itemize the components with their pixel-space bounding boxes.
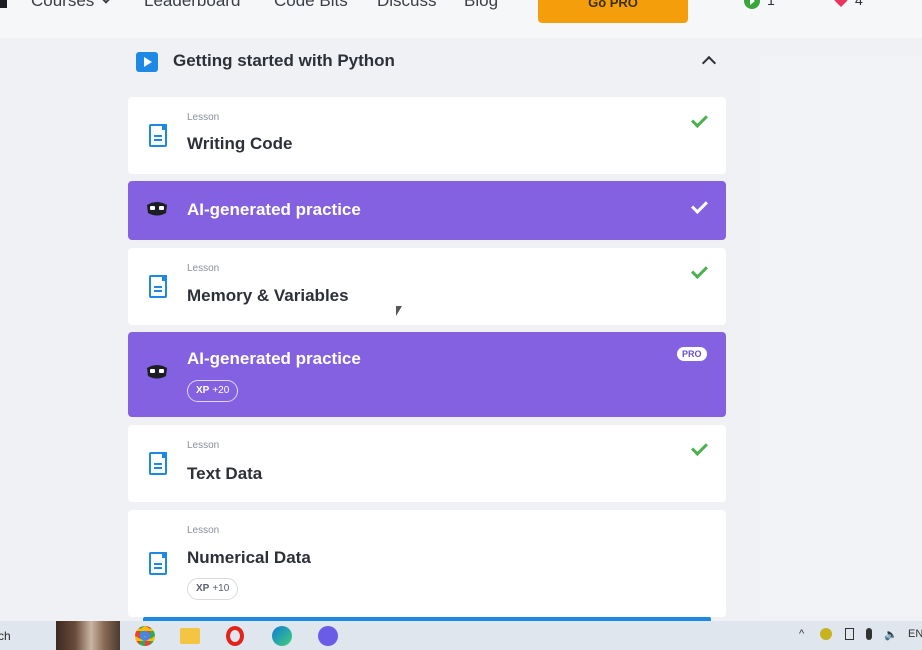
completed-check-icon <box>691 262 708 279</box>
app-icon[interactable] <box>318 626 338 646</box>
lesson-kicker: Lesson <box>187 263 220 274</box>
lesson-card-numerical-data[interactable]: Lesson Numerical Data XP +10 <box>128 510 726 617</box>
lesson-title: Text Data <box>187 464 263 483</box>
xp-value: +10 <box>212 583 230 594</box>
lesson-kicker: Lesson <box>187 112 220 123</box>
streak-count: 1 <box>767 0 775 8</box>
nav-code-bits[interactable]: Code Bits <box>274 0 348 11</box>
xp-value: +20 <box>212 385 230 396</box>
streak-icon <box>744 0 760 10</box>
streak-counter[interactable]: 1 <box>743 0 775 10</box>
ai-practice-title: AI-generated practice <box>187 349 361 368</box>
logo[interactable] <box>0 0 7 8</box>
xp-label: XP <box>196 583 210 594</box>
ai-bot-icon <box>147 365 167 379</box>
top-navigation: Courses Leaderboard Code Bits Discuss Bl… <box>0 0 922 38</box>
tray-app-icon[interactable] <box>820 628 832 640</box>
lesson-card-writing-code[interactable]: Lesson Writing Code <box>128 97 726 174</box>
play-icon <box>136 52 158 72</box>
chevron-down-icon <box>100 0 112 4</box>
microphone-icon[interactable] <box>866 628 872 640</box>
lesson-card-text-data[interactable]: Lesson Text Data <box>128 425 726 502</box>
lesson-document-icon <box>149 124 167 147</box>
nav-blog[interactable]: Blog <box>464 0 498 11</box>
hearts-count: 4 <box>855 0 863 8</box>
mouse-cursor <box>396 306 402 316</box>
lesson-title: Numerical Data <box>187 548 311 567</box>
file-explorer-icon[interactable] <box>180 628 200 644</box>
ai-bot-icon <box>147 202 167 216</box>
nav-courses-label: Courses <box>31 0 95 10</box>
nav-courses[interactable]: Courses <box>31 0 112 11</box>
lesson-title: Memory & Variables <box>187 286 349 305</box>
ai-practice-card-1[interactable]: AI-generated practice <box>128 181 726 240</box>
taskbar-photo-thumbnail[interactable] <box>56 621 120 650</box>
lesson-document-icon <box>149 275 167 298</box>
taskbar-search[interactable]: ch <box>0 629 11 643</box>
completed-check-icon <box>691 439 708 456</box>
chrome-icon[interactable] <box>135 626 155 646</box>
opera-icon[interactable] <box>226 626 244 646</box>
lesson-card-memory-variables[interactable]: Lesson Memory & Variables <box>128 248 726 325</box>
xp-label: XP <box>196 385 210 396</box>
nav-discuss[interactable]: Discuss <box>377 0 437 11</box>
xp-reward-badge: XP +10 <box>187 578 239 600</box>
lesson-title: Writing Code <box>187 134 293 153</box>
completed-check-icon <box>691 197 708 214</box>
completed-check-icon <box>691 111 708 128</box>
windows-taskbar: ch ^ 🔈 EN <box>0 621 922 650</box>
nav-leaderboard[interactable]: Leaderboard <box>144 0 240 11</box>
xp-reward-badge: XP +20 <box>187 380 239 402</box>
hearts-counter[interactable]: 4 <box>833 0 863 9</box>
language-indicator[interactable]: EN <box>908 628 922 640</box>
ai-practice-title: AI-generated practice <box>187 200 361 219</box>
edge-icon[interactable] <box>272 626 292 646</box>
section-title: Getting started with Python <box>173 51 395 70</box>
pro-badge: PRO <box>677 347 707 361</box>
tray-chevron-up-icon[interactable]: ^ <box>799 628 804 640</box>
section-header[interactable]: Getting started with Python <box>128 44 726 80</box>
ai-practice-card-2[interactable]: AI-generated practice XP +20 PRO <box>128 332 726 417</box>
lesson-kicker: Lesson <box>187 440 220 451</box>
go-pro-button[interactable]: Go PRO <box>538 0 688 23</box>
side-panel <box>760 56 922 616</box>
lesson-document-icon <box>149 452 167 475</box>
lesson-document-icon <box>149 552 167 575</box>
chevron-up-icon[interactable] <box>701 55 717 71</box>
heart-icon <box>834 0 848 8</box>
battery-icon[interactable] <box>845 628 854 640</box>
speaker-icon[interactable]: 🔈 <box>884 628 898 641</box>
lesson-kicker: Lesson <box>187 525 220 536</box>
